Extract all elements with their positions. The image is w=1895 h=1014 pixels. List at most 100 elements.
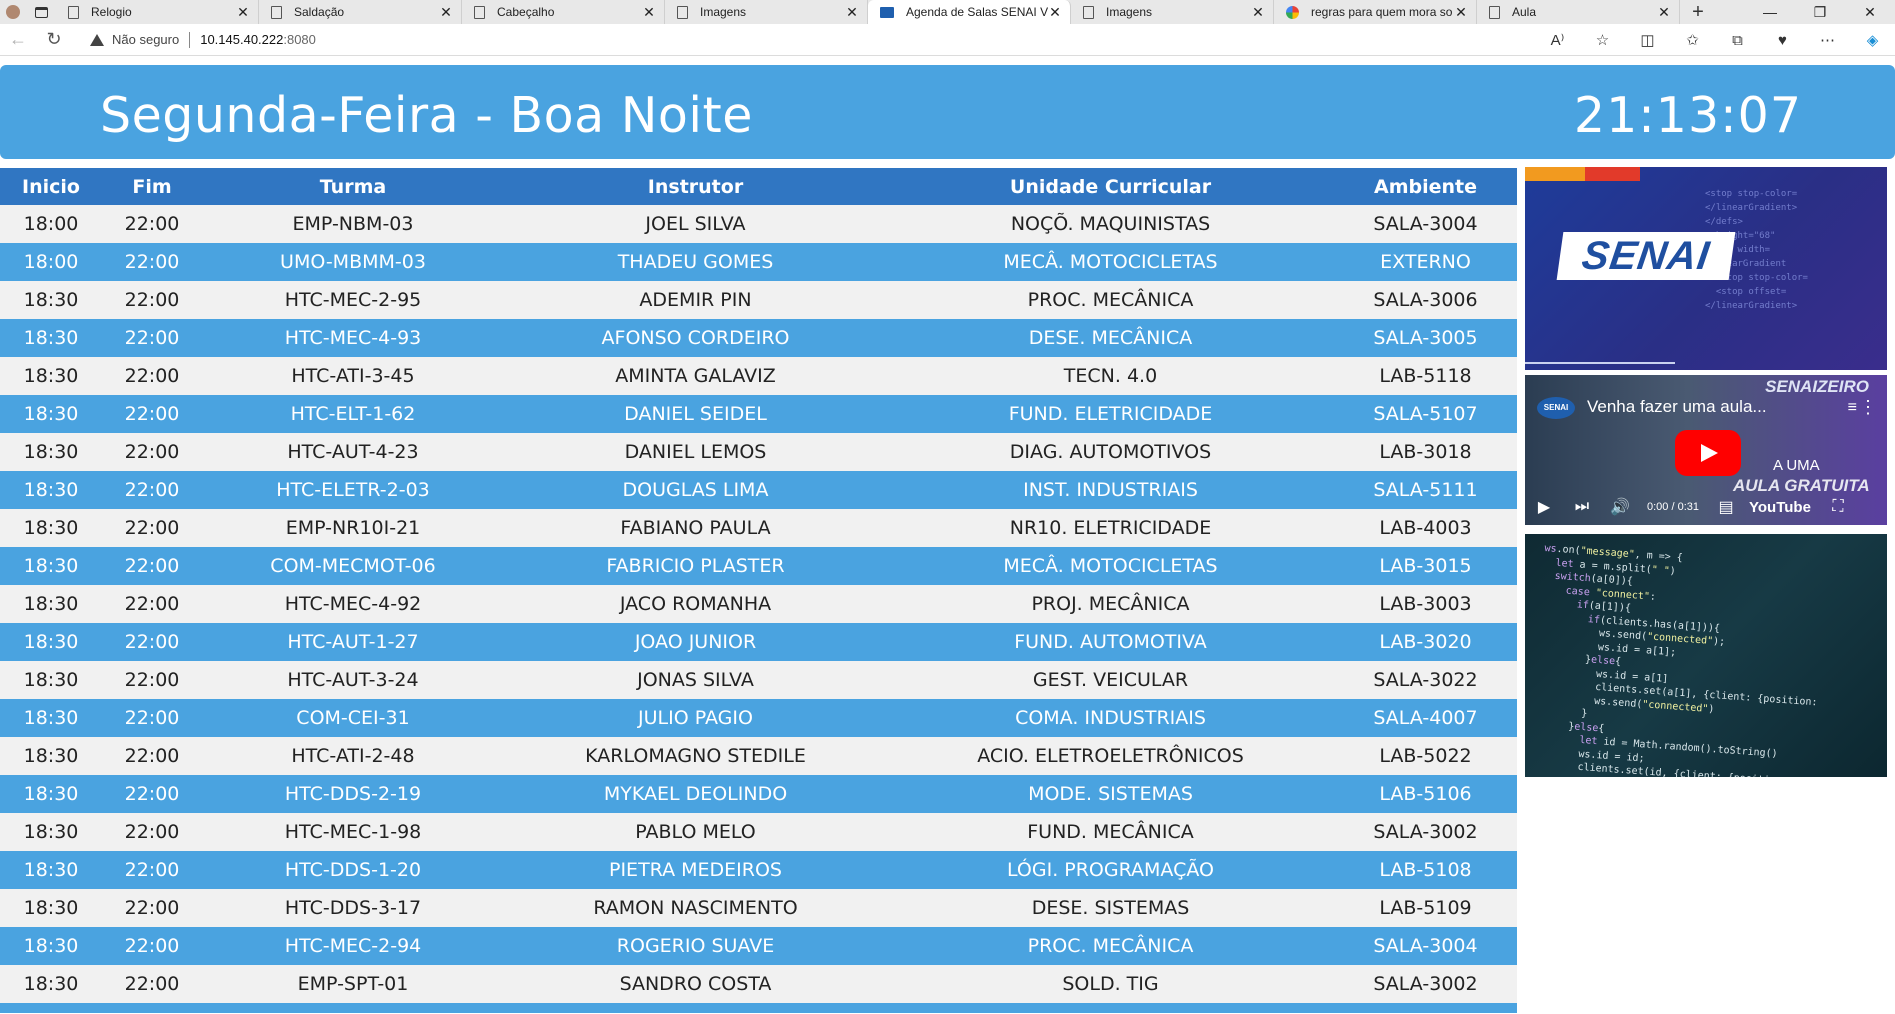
play-icon[interactable]: ▶	[1525, 497, 1563, 517]
tab-actions-icon[interactable]	[26, 0, 56, 24]
table-cell: 22:00	[102, 737, 202, 775]
table-cell: SALA-3006	[1334, 281, 1517, 319]
new-tab-button[interactable]: +	[1680, 1, 1716, 24]
table-cell: LÓGI. PROGRAMAÇÃO	[887, 851, 1334, 889]
table-row: 18:30 22:00 EMP-SPT-01 SANDRO COSTA SOLD. TI…	[0, 965, 1517, 1003]
back-button[interactable]: ←	[0, 29, 36, 50]
column-header: Turma	[202, 168, 504, 205]
table-cell: PABLO MELO	[504, 813, 887, 851]
minimize-icon[interactable]: —	[1745, 0, 1795, 24]
table-cell: 22:00	[102, 775, 202, 813]
captions-icon[interactable]: ▤	[1707, 497, 1745, 517]
video-title[interactable]: Venha fazer uma aula...	[1587, 397, 1767, 417]
next-icon[interactable]: ⏭	[1563, 498, 1601, 516]
table-cell: 18:30	[0, 585, 102, 623]
code-image-text: ws.on("message", m => { let a = m.split(…	[1529, 542, 1818, 777]
table-cell: LAB-5108	[1334, 851, 1517, 889]
close-tab-icon[interactable]: ✕	[1048, 4, 1062, 21]
close-tab-icon[interactable]: ✕	[1454, 4, 1468, 21]
browser-tab[interactable]: Imagens ✕	[1071, 0, 1274, 24]
reload-button[interactable]: ↻	[36, 29, 72, 50]
table-cell: HTC-MEC-2-94	[202, 927, 504, 965]
table-cell: 22:00	[102, 927, 202, 965]
table-cell: THADEU GOMES	[504, 243, 887, 281]
youtube-play-button[interactable]	[1675, 430, 1741, 476]
volume-icon[interactable]: 🔊	[1601, 497, 1639, 517]
table-cell: 22:00	[102, 889, 202, 927]
table-cell: 22:00	[102, 851, 202, 889]
browser-tab[interactable]: Agenda de Salas SENAI Vi ✕	[868, 0, 1071, 24]
browser-tab[interactable]: Saldação ✕	[259, 0, 462, 24]
browser-tab[interactable]: Relogio ✕	[56, 0, 259, 24]
table-cell: 22:00	[102, 471, 202, 509]
table-cell: HTC-DDS-3-17	[202, 889, 504, 927]
table-cell: DANIEL SEIDEL	[504, 395, 887, 433]
column-header: Unidade Curricular	[887, 168, 1334, 205]
table-cell: 18:30	[0, 547, 102, 585]
close-tab-icon[interactable]: ✕	[845, 4, 859, 21]
table-cell: LAB-5106	[1334, 775, 1517, 813]
table-cell: 18:30	[0, 889, 102, 927]
collections-icon[interactable]: ⧉	[1715, 32, 1760, 49]
fullscreen-icon[interactable]: ⛶	[1819, 498, 1857, 516]
page-icon	[1083, 5, 1094, 19]
video-more-icon[interactable]: ⋮	[1859, 397, 1877, 418]
favorites-icon[interactable]: ✩	[1670, 31, 1715, 49]
table-cell: JOAO JUNIOR	[504, 623, 887, 661]
table-cell: SALA-5107	[1334, 395, 1517, 433]
url-field[interactable]: 10.145.40.222:8080	[200, 32, 316, 47]
channel-avatar[interactable]: SENAI	[1537, 397, 1575, 419]
more-menu-icon[interactable]: ⋯	[1805, 31, 1850, 49]
table-cell: 22:00	[102, 433, 202, 471]
table-row: 18:30 22:00 COM-MECMOT-06 FABRICIO PLASTER M…	[0, 547, 1517, 585]
close-tab-icon[interactable]: ✕	[439, 4, 453, 21]
table-cell: 18:30	[0, 699, 102, 737]
browser-tab[interactable]: Imagens ✕	[665, 0, 868, 24]
close-tab-icon[interactable]: ✕	[642, 4, 656, 21]
table-cell: HTC-DDS-2-19	[202, 775, 504, 813]
table-cell: 22:00	[102, 661, 202, 699]
tab-title: Cabeçalho	[497, 5, 555, 19]
table-cell: SALA-3005	[1334, 319, 1517, 357]
table-cell: DANIEL LEMOS	[504, 433, 887, 471]
senai-favicon	[880, 6, 894, 18]
read-aloud-icon[interactable]: A⁾	[1535, 31, 1580, 49]
split-screen-icon[interactable]: ◫	[1625, 31, 1670, 49]
table-cell: FABRICIO PLASTER	[504, 547, 887, 585]
browser-essentials-icon[interactable]: ♥	[1760, 32, 1805, 49]
table-cell: KARLOMAGNO STEDILE	[504, 737, 887, 775]
playlist-icon[interactable]: ≡	[1848, 399, 1857, 417]
table-row: 18:30 22:00 HTC-ELT-1-62 DANIEL SEIDEL FUND.…	[0, 395, 1517, 433]
table-cell: SOLD. TIG	[887, 965, 1334, 1003]
table-cell: UMO-MBMM-03	[202, 243, 504, 281]
copilot-icon[interactable]: ◈	[1850, 31, 1895, 49]
profile-avatar-icon[interactable]	[0, 0, 26, 24]
table-cell: SALA-3004	[1334, 927, 1517, 965]
page-icon	[271, 5, 282, 19]
table-cell: 18:30	[0, 433, 102, 471]
close-tab-icon[interactable]: ✕	[236, 4, 250, 21]
browser-tab[interactable]: regras para quem mora so ✕	[1274, 0, 1477, 24]
close-tab-icon[interactable]: ✕	[1657, 4, 1671, 21]
table-row: 18:30 22:00 HTC-MEC-4-93 AFONSO CORDEIRO DES…	[0, 319, 1517, 357]
browser-tab[interactable]: Cabeçalho ✕	[462, 0, 665, 24]
table-cell: 18:30	[0, 509, 102, 547]
close-tab-icon[interactable]: ✕	[1251, 4, 1265, 21]
favorite-star-icon[interactable]: ☆	[1580, 31, 1625, 49]
youtube-video-embed[interactable]: SENAIZEIRO SENAI Venha fazer uma aula...…	[1525, 375, 1887, 525]
tab-title: Agenda de Salas SENAI Vi	[906, 5, 1048, 19]
restore-icon[interactable]: ❐	[1795, 0, 1845, 24]
table-cell: SALA-4007	[1334, 699, 1517, 737]
column-header: Instrutor	[504, 168, 887, 205]
table-cell: HTC-MEC-1-98	[202, 813, 504, 851]
google-icon	[1286, 5, 1299, 19]
browser-tab[interactable]: Aula ✕	[1477, 0, 1680, 24]
senai-logo: SENAI	[1556, 232, 1736, 280]
close-window-icon[interactable]: ✕	[1845, 0, 1895, 24]
youtube-logo[interactable]: YouTube	[1749, 499, 1811, 516]
table-cell: 18:30	[0, 357, 102, 395]
greeting-title: Segunda-Feira - Boa Noite	[100, 87, 753, 144]
table-cell: 22:00	[102, 281, 202, 319]
warning-icon[interactable]	[90, 33, 104, 46]
not-secure-label[interactable]: Não seguro	[112, 32, 179, 47]
